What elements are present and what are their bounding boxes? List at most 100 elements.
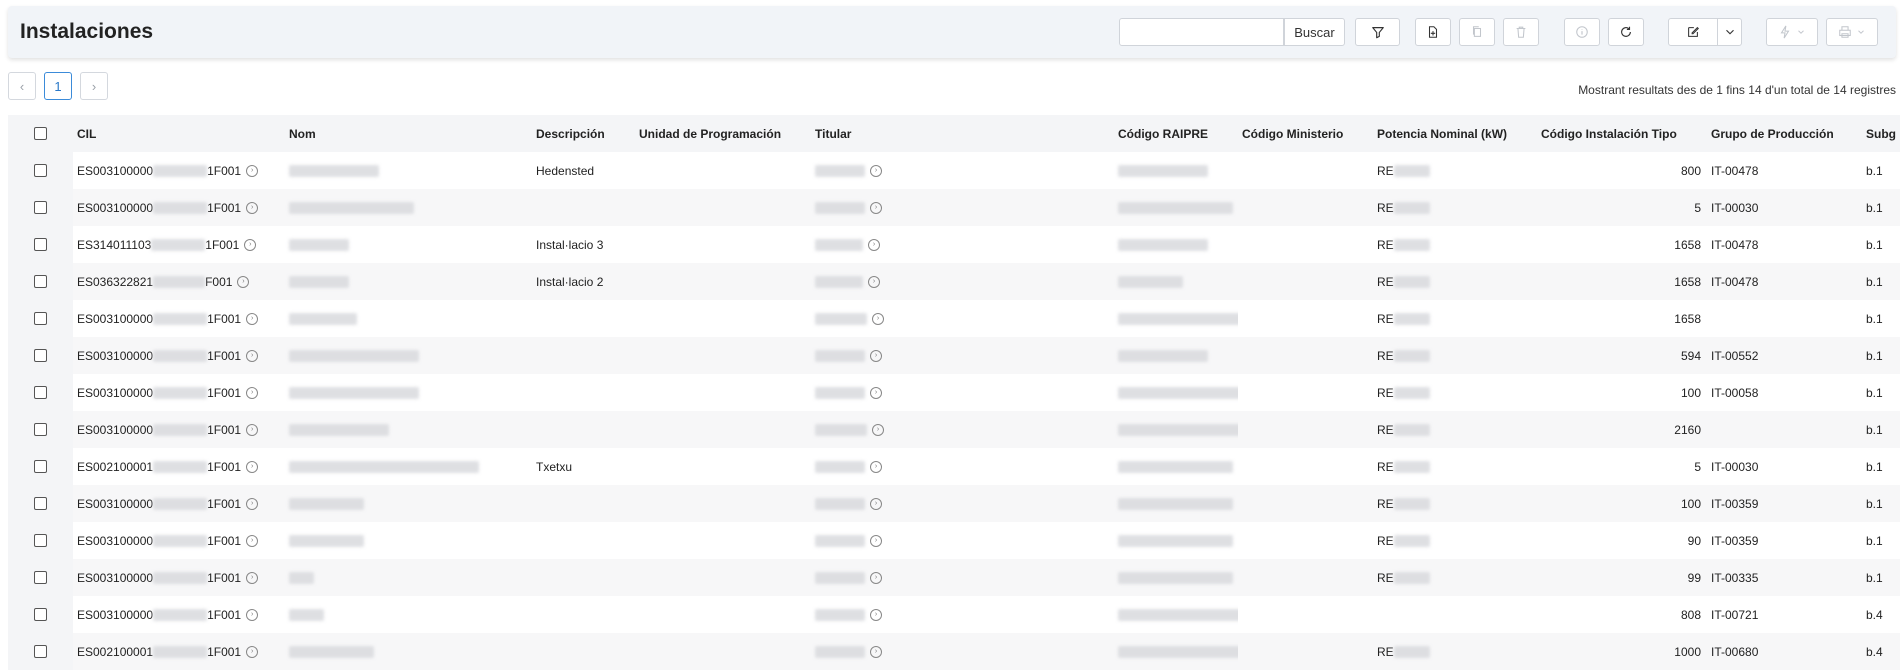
pagination-next-button[interactable]: › [80,72,108,100]
column-header-codigo-instalacion-tipo[interactable]: Código Instalación Tipo [1537,115,1707,152]
open-detail-icon[interactable]: › [870,498,882,511]
redacted-text [1118,461,1233,474]
open-detail-icon[interactable]: › [246,424,259,437]
open-detail-icon[interactable]: › [246,387,259,400]
row-checkbox[interactable] [34,275,47,288]
row-checkbox[interactable] [34,386,47,399]
column-header-codigo-ministerio[interactable]: Código Ministerio [1238,115,1373,152]
column-header-potencia-nominal[interactable]: Potencia Nominal (kW) [1373,115,1537,152]
open-detail-icon[interactable]: › [870,387,882,400]
open-detail-icon[interactable]: › [244,239,257,252]
open-detail-icon[interactable]: › [870,646,882,659]
open-detail-icon[interactable]: › [870,535,882,548]
page-header: Instalaciones Buscar [8,6,1896,58]
pagination-page-1[interactable]: 1 [44,72,72,100]
open-detail-icon[interactable]: › [246,313,259,326]
row-checkbox[interactable] [34,571,47,584]
row-checkbox[interactable] [34,201,47,214]
copy-button[interactable] [1459,18,1495,46]
table-row[interactable]: ES0031000001F001››RE100IT-00359b.1[B11 [8,485,1900,522]
table-row[interactable]: ES0021000011F001››RE1000IT-00680b.4[B42 [8,633,1900,670]
select-all-cell [8,115,73,152]
row-checkbox[interactable] [34,645,47,658]
redacted-text [153,498,208,511]
table-row[interactable]: ES0031000001F001››RE99IT-00335b.1[B11 [8,559,1900,596]
open-detail-icon[interactable]: › [872,313,884,326]
column-header-grupo-produccion[interactable]: Grupo de Producción [1707,115,1862,152]
row-checkbox[interactable] [34,497,47,510]
edit-button[interactable] [1668,18,1718,46]
cell-grupo-produccion: b.1 [1866,385,1883,400]
open-detail-icon[interactable]: › [872,424,884,437]
table-row[interactable]: ES0021000011F001›Txetxu›RE5IT-00030b.1[B… [8,448,1900,485]
actions-dropdown-button[interactable] [1766,18,1818,46]
filter-button[interactable] [1355,18,1400,46]
open-detail-icon[interactable]: › [868,276,880,289]
column-header-cil[interactable]: CIL [73,115,285,152]
open-detail-icon[interactable]: › [246,165,259,178]
cell-potencia-nominal: 1658 [1674,237,1701,252]
table-row[interactable]: ES314011103 1F001 › Instal·lacio 3 › RE 1658 IT… [8,226,1900,263]
row-checkbox[interactable] [34,349,47,362]
ministerio-prefix: RE [1377,570,1394,585]
column-header-unidad-programacion[interactable]: Unidad de Programación [635,115,811,152]
column-header-nom[interactable]: Nom [285,115,532,152]
cell-descripcion: Hedensted [536,163,595,178]
column-header-descripcion[interactable]: Descripción [532,115,635,152]
table-row[interactable]: ES0031000001F001››RE5IT-00030b.1[B11 [8,189,1900,226]
ministerio-prefix: RE [1377,274,1394,289]
edit-dropdown-button[interactable] [1717,18,1742,46]
open-detail-icon[interactable]: › [246,202,259,215]
new-button[interactable] [1415,18,1451,46]
pagination-prev-button[interactable]: ‹ [8,72,36,100]
refresh-button[interactable] [1608,18,1644,46]
open-detail-icon[interactable]: › [246,498,259,511]
open-detail-icon[interactable]: › [246,572,259,585]
table-row[interactable]: ES0031000001F001››RE594IT-00552b.1[B11 [8,337,1900,374]
cell-codigo-ministerio: RE [1373,337,1537,374]
cell-cil: ES003100000 1F001 › [73,411,285,448]
table-row[interactable]: ES0031000001F001››RE2160b.1[B11 [8,411,1900,448]
table-row[interactable]: ES036322821 F001 › Instal·lacio 2 › RE 1658 IT-… [8,263,1900,300]
cell-descripcion [532,522,811,559]
open-detail-icon[interactable]: › [868,239,880,252]
row-checkbox[interactable] [34,238,47,251]
info-button[interactable] [1564,18,1600,46]
open-detail-icon[interactable]: › [237,276,250,289]
open-detail-icon[interactable]: › [246,646,259,659]
redacted-text [1393,646,1430,659]
row-checkbox[interactable] [34,164,47,177]
table-row[interactable]: ES003100000 1F001 › Hedensted › RE 800 IT-00478… [8,152,1900,189]
row-checkbox[interactable] [34,608,47,621]
open-detail-icon[interactable]: › [870,202,882,215]
table-row[interactable]: ES0031000001F001››808IT-00721b.4[B42 [8,596,1900,633]
column-header-subgrupo[interactable]: Subg [1862,115,1900,152]
open-detail-icon[interactable]: › [870,165,882,178]
open-detail-icon[interactable]: › [246,535,259,548]
column-header-codigo-raipre[interactable]: Código RAIPRE [1114,115,1238,152]
row-checkbox[interactable] [34,312,47,325]
open-detail-icon[interactable]: › [870,609,882,622]
table-row[interactable]: ES0031000001F001››RE90IT-00359b.1[B11 [8,522,1900,559]
search-button[interactable]: Buscar [1284,18,1345,46]
open-detail-icon[interactable]: › [246,461,259,474]
open-detail-icon[interactable]: › [870,572,882,585]
table-row[interactable]: ES0031000001F001››RE1658b.1[B11 [8,300,1900,337]
row-checkbox[interactable] [34,423,47,436]
table-row[interactable]: ES0031000001F001››RE100IT-00058b.1[B11 [8,374,1900,411]
row-checkbox[interactable] [34,460,47,473]
open-detail-icon[interactable]: › [870,350,882,363]
column-header-titular[interactable]: Titular [811,115,1114,152]
open-detail-icon[interactable]: › [246,609,259,622]
search-input[interactable] [1119,18,1284,46]
open-detail-icon[interactable]: › [246,350,259,363]
cell-codigo-instalacion-tipo: IT-00721 [1711,607,1759,622]
open-detail-icon[interactable]: › [870,461,882,474]
redacted-text [153,609,208,622]
print-dropdown-button[interactable] [1826,18,1878,46]
ministerio-prefix: RE [1377,311,1394,326]
cell-descripcion [532,633,811,670]
row-checkbox[interactable] [34,534,47,547]
delete-button[interactable] [1503,18,1539,46]
select-all-checkbox[interactable] [34,127,47,140]
